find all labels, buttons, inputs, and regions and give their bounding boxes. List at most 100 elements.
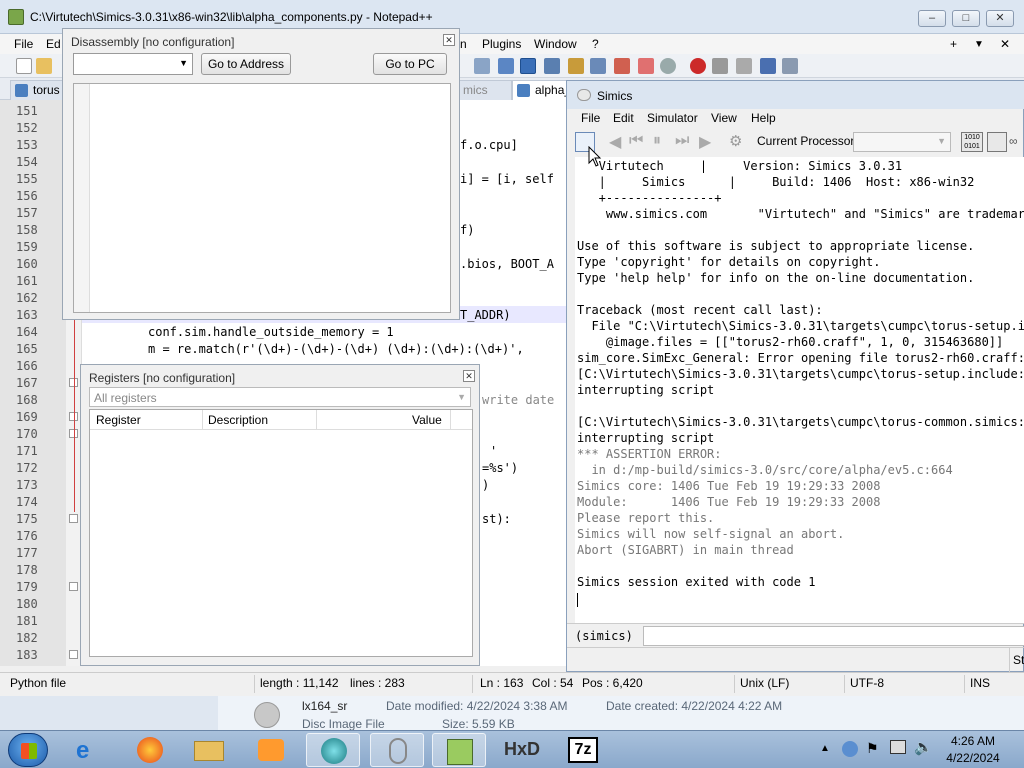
notepadpp-icon	[8, 9, 24, 25]
registers-table[interactable]: Register Description Value	[89, 409, 473, 657]
code-line-171: '	[490, 444, 498, 458]
paragraph-icon[interactable]	[498, 58, 514, 74]
monitor-icon[interactable]	[660, 58, 676, 74]
line-number: 180	[16, 597, 38, 611]
action-center-flag-icon[interactable]: ⚑	[866, 740, 879, 757]
address-combo[interactable]: ▼	[73, 53, 193, 75]
doc-list-icon[interactable]	[590, 58, 606, 74]
simics-menu-file[interactable]: File	[581, 111, 600, 125]
simics-menu-view[interactable]: View	[711, 111, 737, 125]
notepadpp-icon	[447, 739, 473, 765]
folder-workspace-icon[interactable]	[638, 58, 654, 74]
fold-marker[interactable]	[69, 582, 78, 591]
internet-explorer-taskbar[interactable]: e	[62, 733, 116, 767]
language-icon[interactable]	[842, 741, 858, 757]
hxd-taskbar[interactable]: HxD	[494, 733, 548, 767]
go-to-address-button[interactable]: Go to Address	[201, 53, 291, 75]
step-back-icon[interactable]: ⏮	[629, 132, 643, 150]
line-number: 181	[16, 614, 38, 628]
reverse-icon[interactable]: ◀	[609, 132, 621, 152]
close-tab-button[interactable]: ✕	[1000, 37, 1010, 51]
pause-icon[interactable]: ⏸	[653, 132, 661, 150]
menu-run[interactable]: n	[460, 37, 467, 51]
change-history-bar	[74, 312, 75, 512]
go-to-pc-button[interactable]: Go to PC	[373, 53, 447, 75]
gear-icon[interactable]: ⚙	[729, 132, 742, 150]
function-list-icon[interactable]	[614, 58, 630, 74]
volume-icon[interactable]: 🔈	[914, 738, 933, 756]
menu-window[interactable]: Window	[534, 37, 577, 51]
column-register[interactable]: Register	[96, 413, 141, 427]
line-number: 167	[16, 376, 38, 390]
network-icon[interactable]	[890, 740, 906, 754]
stop-macro-icon[interactable]	[712, 58, 728, 74]
menu-edit[interactable]: Ed	[46, 37, 61, 51]
tab-torus[interactable]: torus	[10, 80, 64, 100]
minimize-button[interactable]: –	[918, 10, 946, 27]
record-macro-icon[interactable]	[690, 58, 706, 74]
clock-time[interactable]: 4:26 AM	[938, 734, 1008, 748]
simics-command-input[interactable]	[643, 626, 1024, 646]
maximize-button[interactable]: □	[952, 10, 980, 27]
menu-plugins[interactable]: Plugins	[482, 37, 521, 51]
column-description[interactable]: Description	[208, 413, 268, 427]
file-tab-icon	[517, 84, 530, 97]
run-icon[interactable]: ▶	[699, 132, 711, 152]
show-hidden-icons-icon[interactable]: ▲	[820, 743, 830, 754]
new-file-icon[interactable]	[16, 58, 32, 74]
line-number: 176	[16, 529, 38, 543]
indent-guide-icon[interactable]	[520, 58, 536, 74]
notepadpp-taskbar[interactable]	[432, 733, 486, 767]
simics-menu-help[interactable]: Help	[751, 111, 776, 125]
simics-console-output[interactable]: Virtutech | Version: Simics 3.0.31 | Sim…	[575, 157, 1024, 623]
open-file-icon[interactable]	[36, 58, 52, 74]
7zip-taskbar[interactable]: 7z	[556, 733, 610, 767]
tab-simics[interactable]: mics	[458, 80, 512, 100]
console-line: +---------------+	[577, 191, 722, 205]
file-type: Disc Image File	[302, 717, 385, 731]
simics-menu-edit[interactable]: Edit	[613, 111, 634, 125]
tab-alpha-components[interactable]: alpha_	[512, 80, 571, 100]
media-player-taskbar[interactable]	[244, 733, 298, 767]
save-macro-icon[interactable]	[782, 58, 798, 74]
console-line: | Simics | Build: 1406 Host: x86-win32	[577, 175, 975, 189]
line-number: 160	[16, 257, 38, 271]
console-line: [C:\Virtutech\Simics-3.0.31\targets\cump…	[577, 415, 1024, 429]
simics-taskbar[interactable]	[306, 733, 360, 767]
doc-map-icon[interactable]	[568, 58, 584, 74]
disc-image-icon	[254, 702, 280, 728]
line-number: 179	[16, 580, 38, 594]
menu-file[interactable]: File	[14, 37, 33, 51]
file-size: Size: 5.59 KB	[442, 717, 515, 731]
simics-menu-simulator[interactable]: Simulator	[647, 111, 698, 125]
clock-date[interactable]: 4/22/2024	[938, 751, 1008, 765]
close-button[interactable]: ✕	[986, 10, 1014, 27]
file-explorer-taskbar[interactable]	[182, 733, 236, 767]
7zip-icon: 7z	[568, 737, 598, 763]
wrap-icon[interactable]	[474, 58, 490, 74]
register-filter-select[interactable]: All registers ▼	[89, 387, 471, 407]
firefox-taskbar[interactable]	[122, 733, 176, 767]
current-processor-select[interactable]: ▼	[853, 132, 951, 152]
glasses-icon[interactable]: ∞	[1009, 134, 1018, 148]
status-separator	[472, 675, 473, 693]
lang-icon[interactable]	[544, 58, 560, 74]
column-value[interactable]: Value	[412, 413, 442, 427]
console-line: Type 'help help' for info on the on-line…	[577, 271, 975, 285]
fold-marker[interactable]	[69, 514, 78, 523]
simics-gui-taskbar[interactable]	[370, 733, 424, 767]
disassembly-view[interactable]	[73, 83, 451, 313]
registers-close-button[interactable]: ✕	[463, 370, 475, 382]
start-button[interactable]	[8, 733, 48, 767]
tab-list-button[interactable]: ▼	[974, 39, 984, 50]
console-line: in d:/mp-build/simics-3.0/src/core/alpha…	[577, 463, 953, 477]
run-macro-multiple-icon[interactable]	[760, 58, 776, 74]
play-macro-icon[interactable]	[736, 58, 752, 74]
binary-view-icon[interactable]: 1010 0101	[961, 132, 983, 152]
new-tab-button[interactable]: +	[950, 37, 957, 51]
disassembly-close-button[interactable]: ✕	[443, 34, 455, 46]
step-forward-icon[interactable]: ⏭	[675, 132, 689, 150]
menu-help[interactable]: ?	[592, 37, 599, 51]
fold-marker[interactable]	[69, 650, 78, 659]
memory-view-icon[interactable]	[987, 132, 1007, 152]
